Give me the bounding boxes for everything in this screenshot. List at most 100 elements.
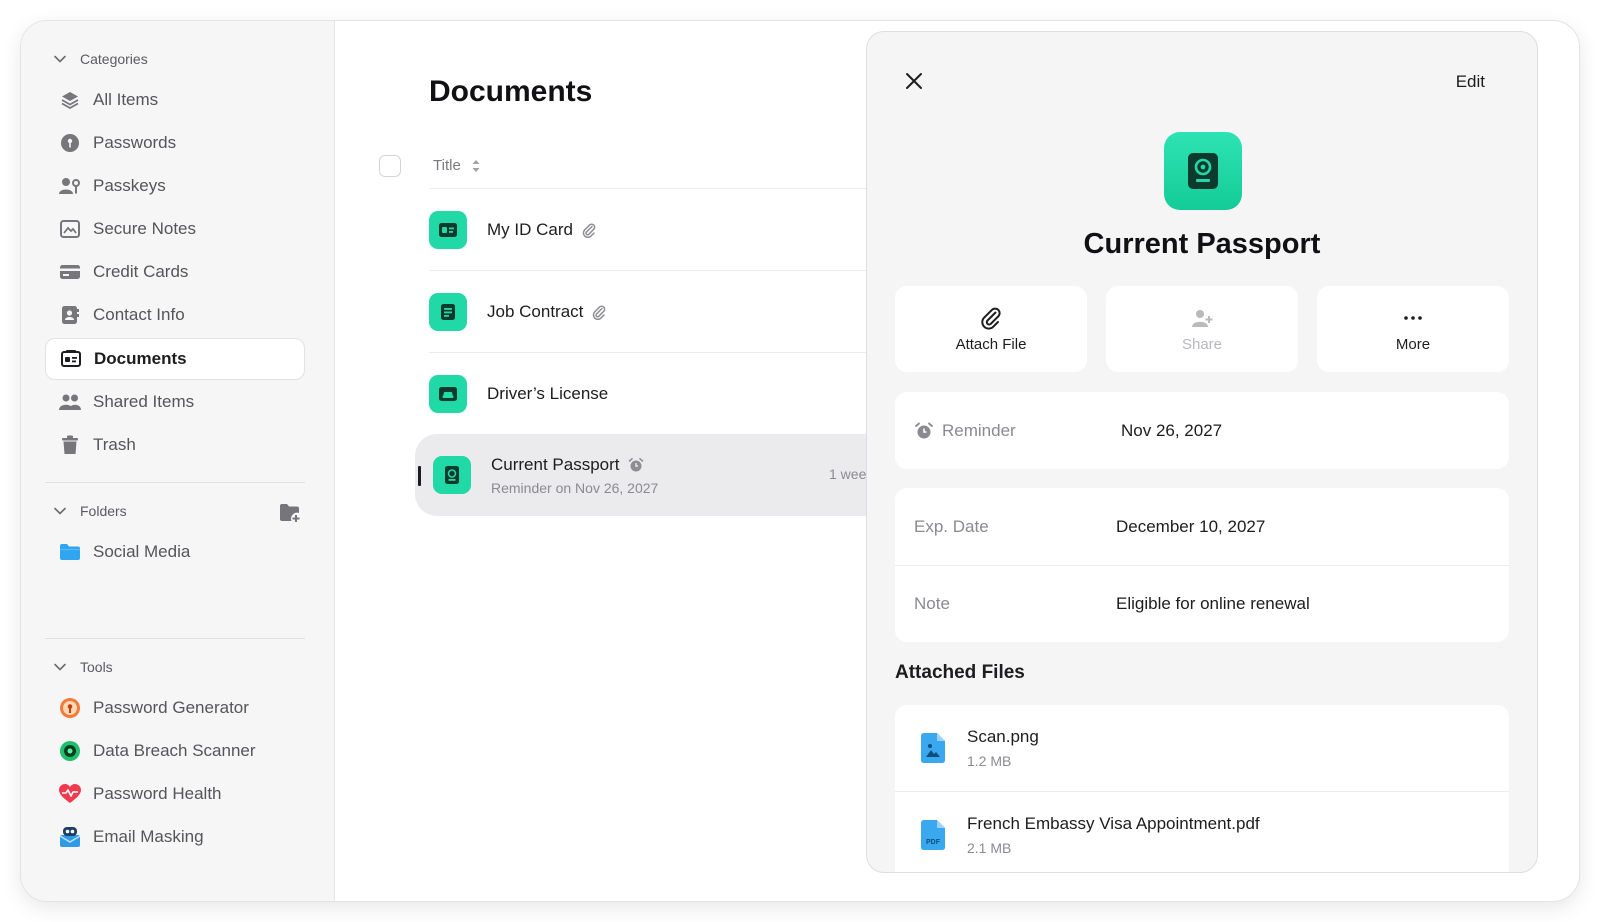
field-label: Reminder bbox=[942, 420, 1016, 440]
sidebar-item-all-items[interactable]: All Items bbox=[45, 79, 305, 121]
reminder-field[interactable]: Reminder Nov 26, 2027 bbox=[895, 392, 1509, 469]
sidebar-item-password-health[interactable]: Password Health bbox=[45, 773, 305, 815]
list-item[interactable]: Driver’s License bbox=[429, 352, 929, 434]
item-title: Job Contract bbox=[487, 301, 584, 321]
alarm-icon bbox=[915, 422, 933, 438]
tools-label: Tools bbox=[80, 659, 113, 675]
id-card-icon bbox=[429, 210, 467, 249]
chevron-down-icon bbox=[54, 663, 66, 671]
sidebar-item-label: Documents bbox=[94, 349, 187, 368]
sort-icon bbox=[472, 159, 480, 172]
people-icon bbox=[59, 391, 81, 413]
sidebar-item-email-masking[interactable]: Email Masking bbox=[45, 816, 305, 858]
sidebar-item-passkeys[interactable]: Passkeys bbox=[45, 165, 305, 207]
attached-file[interactable]: PDF French Embassy Visa Appointment.pdf … bbox=[895, 791, 1509, 872]
car-icon bbox=[429, 374, 467, 413]
item-title: My ID Card bbox=[487, 219, 573, 239]
sidebar-item-label: Data Breach Scanner bbox=[93, 741, 256, 760]
sidebar-item-label: Password Health bbox=[93, 784, 222, 803]
attached-file[interactable]: Scan.png 1.2 MB bbox=[895, 705, 1509, 791]
sidebar-item-label: Passwords bbox=[93, 133, 177, 152]
detail-panel: Edit Current Passport Attach File Share … bbox=[866, 31, 1538, 873]
field-value: December 10, 2027 bbox=[1116, 516, 1266, 536]
passport-icon bbox=[1164, 132, 1242, 210]
edit-button[interactable]: Edit bbox=[1456, 72, 1485, 92]
chevron-down-icon bbox=[54, 507, 66, 515]
field-value: Nov 26, 2027 bbox=[1121, 420, 1223, 440]
sidebar-item-label: Social Media bbox=[93, 542, 191, 561]
trash-icon bbox=[59, 434, 81, 456]
paperclip-icon bbox=[593, 304, 606, 320]
action-label: Share bbox=[1181, 335, 1223, 353]
ellipsis-icon bbox=[1404, 315, 1422, 320]
sidebar-item-label: Email Masking bbox=[93, 827, 204, 846]
folders-header[interactable]: Folders bbox=[53, 503, 127, 519]
item-title: Driver’s License bbox=[487, 383, 609, 403]
attached-files-heading: Attached Files bbox=[895, 662, 1025, 683]
item-title: Current Passport bbox=[491, 454, 620, 474]
sidebar-item-passwords[interactable]: Passwords bbox=[45, 122, 305, 164]
column-label: Title bbox=[433, 157, 461, 174]
sidebar-item-credit-cards[interactable]: Credit Cards bbox=[45, 251, 305, 293]
sidebar-item-label: Credit Cards bbox=[93, 262, 189, 281]
chevron-down-icon bbox=[54, 55, 66, 63]
sidebar-item-social-media[interactable]: Social Media bbox=[45, 531, 305, 573]
folders-label: Folders bbox=[80, 503, 127, 519]
sidebar-item-label: Shared Items bbox=[93, 392, 195, 411]
exp-date-field[interactable]: Exp. Date December 10, 2027 bbox=[895, 488, 1509, 565]
layers-icon bbox=[59, 89, 81, 111]
sidebar-item-password-generator[interactable]: Password Generator bbox=[45, 687, 305, 729]
paperclip-icon bbox=[981, 307, 1001, 330]
item-timestamp: 1 wee bbox=[829, 466, 867, 482]
alarm-icon bbox=[628, 457, 643, 471]
sidebar-item-label: Trash bbox=[93, 435, 136, 454]
item-detail-title: Current Passport bbox=[1083, 228, 1321, 260]
passkey-icon bbox=[59, 175, 81, 197]
more-button[interactable]: More bbox=[1317, 286, 1509, 372]
action-label: Attach File bbox=[955, 335, 1027, 353]
details-card: Exp. Date December 10, 2027 Note Eligibl… bbox=[895, 488, 1509, 642]
sidebar-item-contact-info[interactable]: Contact Info bbox=[45, 294, 305, 336]
sidebar-item-shared-items[interactable]: Shared Items bbox=[45, 381, 305, 423]
share-button[interactable]: Share bbox=[1106, 286, 1298, 372]
credit-card-icon bbox=[59, 261, 81, 283]
note-field[interactable]: Note Eligible for online renewal bbox=[895, 565, 1509, 642]
list-item[interactable]: Job Contract bbox=[429, 270, 929, 352]
reminder-card: Reminder Nov 26, 2027 bbox=[895, 392, 1509, 469]
contract-icon bbox=[429, 292, 467, 331]
file-size: 2.1 MB bbox=[967, 840, 1012, 856]
image-file-icon bbox=[921, 733, 945, 763]
item-subtitle: Reminder on Nov 26, 2027 bbox=[491, 479, 659, 496]
sidebar-divider bbox=[45, 638, 305, 639]
sidebar: Categories All Items Passwords Passkeys … bbox=[21, 21, 335, 901]
sidebar-item-trash[interactable]: Trash bbox=[45, 424, 305, 466]
sidebar-divider bbox=[45, 482, 305, 483]
radar-icon bbox=[59, 740, 81, 762]
key-circle-icon bbox=[59, 132, 81, 154]
field-label: Exp. Date bbox=[914, 516, 989, 536]
sidebar-item-data-breach-scanner[interactable]: Data Breach Scanner bbox=[45, 730, 305, 772]
categories-label: Categories bbox=[80, 51, 148, 67]
select-all-checkbox[interactable] bbox=[379, 155, 401, 177]
documents-list-pane: Documents Title My ID Card Job Contract … bbox=[335, 21, 935, 901]
password-generator-icon bbox=[59, 697, 81, 719]
pdf-file-icon: PDF bbox=[921, 819, 945, 850]
masked-envelope-icon bbox=[59, 826, 81, 848]
tools-header[interactable]: Tools bbox=[53, 659, 113, 675]
list-item[interactable]: My ID Card bbox=[429, 188, 929, 270]
attach-file-button[interactable]: Attach File bbox=[895, 286, 1087, 372]
new-folder-icon[interactable] bbox=[279, 503, 301, 523]
attached-files-card: Scan.png 1.2 MB PDF French Embassy Visa … bbox=[895, 705, 1509, 872]
list-item-selected[interactable]: Current Passport Reminder on Nov 26, 202… bbox=[415, 434, 915, 516]
close-icon[interactable] bbox=[903, 70, 925, 92]
sidebar-item-label: Passkeys bbox=[93, 176, 166, 195]
action-bar: Attach File Share More bbox=[895, 286, 1509, 372]
page-title: Documents bbox=[429, 75, 593, 108]
sidebar-item-label: Secure Notes bbox=[93, 219, 196, 238]
title-column-header[interactable]: Title bbox=[433, 157, 481, 174]
sidebar-item-secure-notes[interactable]: Secure Notes bbox=[45, 208, 305, 250]
sidebar-item-documents[interactable]: Documents bbox=[45, 338, 305, 380]
add-person-icon bbox=[1192, 309, 1213, 327]
document-id-icon bbox=[60, 348, 82, 370]
categories-header[interactable]: Categories bbox=[53, 51, 148, 67]
